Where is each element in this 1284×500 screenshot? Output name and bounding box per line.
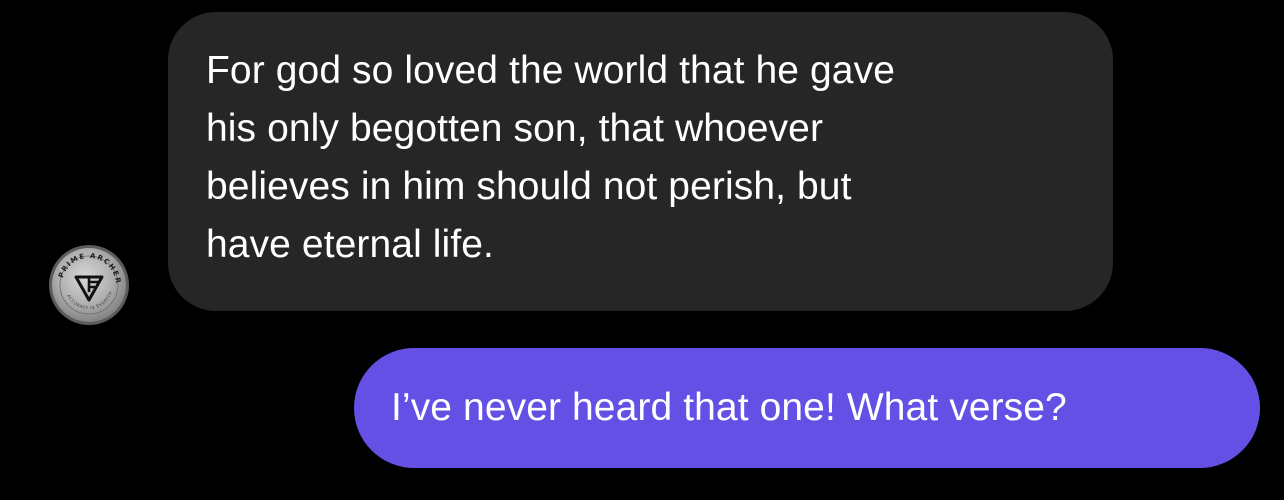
outgoing-message-text: I’ve never heard that one! What verse?	[391, 386, 1067, 429]
prime-archery-logo-icon: PRIME ARCHERY ACCURACY IS EVERYTHING	[48, 244, 129, 325]
sender-avatar[interactable]: PRIME ARCHERY ACCURACY IS EVERYTHING	[48, 244, 130, 326]
incoming-message-line: have eternal life.	[206, 223, 494, 266]
chat-thread: PRIME ARCHERY ACCURACY IS EVERYTHING For…	[0, 0, 1284, 500]
incoming-message-bubble[interactable]: For god so loved the world that he gave …	[168, 12, 1113, 311]
incoming-message-line: For god so loved the world that he gave	[206, 49, 895, 92]
outgoing-message-bubble[interactable]: I’ve never heard that one! What verse?	[354, 348, 1260, 468]
incoming-message-line: his only begotten son, that whoever	[206, 107, 824, 150]
incoming-message-line: believes in him should not perish, but	[206, 165, 852, 208]
